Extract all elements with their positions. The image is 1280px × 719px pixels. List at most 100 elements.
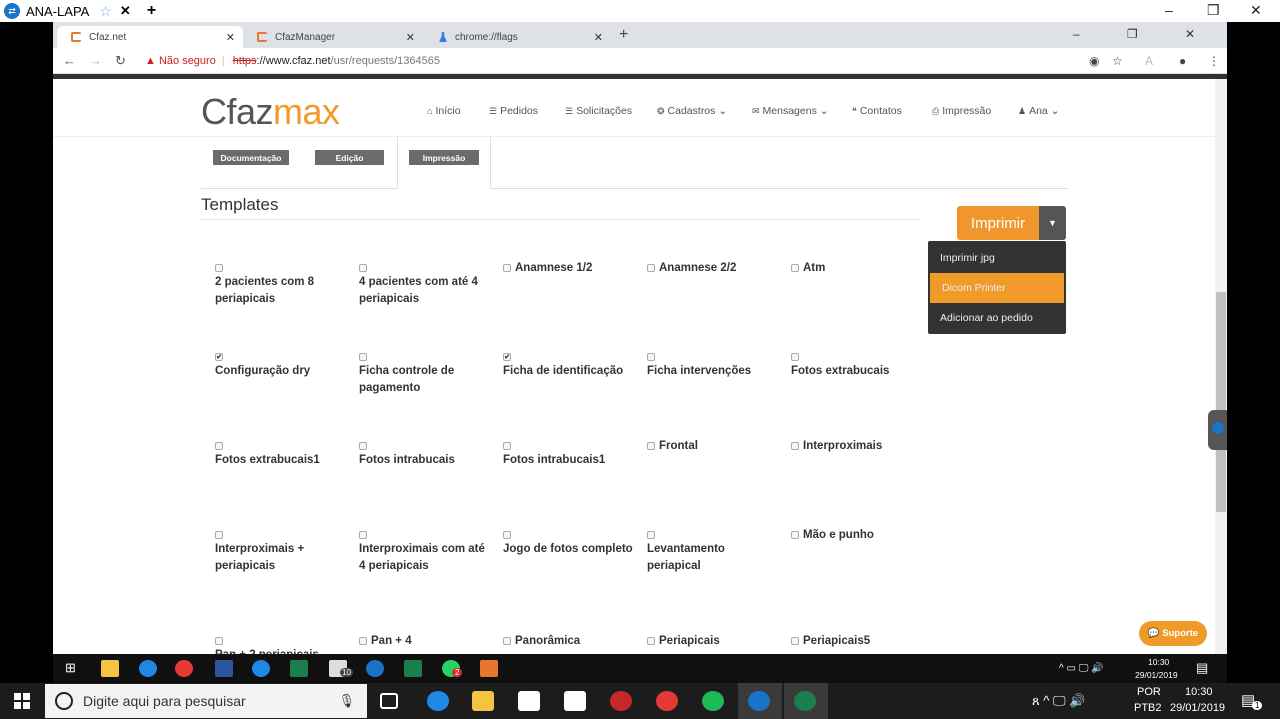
template-checkbox[interactable] [647,636,655,645]
chrome-icon[interactable] [656,691,678,711]
template-option[interactable]: 2 pacientes com 8 periapicais [215,260,345,308]
file-explorer-icon[interactable] [472,691,494,711]
template-checkbox[interactable]: ✔ [503,352,511,361]
remote-notification-icon[interactable]: ▤ [1196,660,1208,676]
template-option[interactable]: Fotos extrabucais [791,349,921,380]
teamviewer-logo-icon: ⇄ [4,3,20,19]
template-label: Panorâmica [515,635,581,647]
clock-date[interactable]: 29/01/2019 [1170,702,1225,714]
template-checkbox[interactable] [647,352,655,361]
remote-clock-time: 10:30 [1148,657,1170,667]
favorite-star-icon[interactable]: ☆ [99,3,112,20]
teamviewer-icon [1212,422,1224,434]
internet-explorer-icon[interactable] [252,660,270,677]
template-checkbox[interactable] [215,636,223,645]
template-checkbox[interactable] [791,263,799,272]
template-option[interactable]: ✔ Configuração dry [215,349,345,380]
template-checkbox[interactable] [359,636,367,645]
template-checkbox[interactable] [215,441,223,450]
template-option[interactable]: Ficha intervenções [647,349,777,380]
template-option[interactable]: Anamnese 1/2 [503,260,633,277]
microphone-icon[interactable]: 🎙 [338,693,355,709]
template-option[interactable]: Interproximais com até 4 periapicais [359,527,489,575]
local-taskbar: Digite aqui para pesquisar 🎙 ጸ ^ 🖵 🔊 POR… [0,683,1280,719]
template-checkbox[interactable] [215,530,223,539]
mail-icon[interactable] [564,691,586,711]
whatsapp-badge: 2 [452,668,463,677]
template-option[interactable]: Pan + 2 periapicais [215,633,345,654]
template-checkbox[interactable] [359,263,367,272]
template-option[interactable]: Fotos intrabucais [359,438,489,469]
template-checkbox[interactable] [647,263,655,272]
template-option[interactable]: Jogo de fotos completo [503,527,633,558]
template-option[interactable]: Fotos intrabucais1 [503,438,633,469]
template-option[interactable]: Anamnese 2/2 [647,260,777,277]
teamviewer-icon[interactable] [366,660,384,677]
template-checkbox[interactable] [791,441,799,450]
sheets-icon[interactable] [404,660,422,677]
template-checkbox[interactable] [359,352,367,361]
suporte-button[interactable]: 💬 Suporte [1139,621,1207,646]
template-option[interactable]: 4 pacientes com até 4 periapicais [359,260,489,308]
clock-time[interactable]: 10:30 [1185,686,1213,698]
tray-icons[interactable]: ጸ ^ 🖵 🔊 [1032,693,1085,709]
sheets-icon[interactable] [290,660,308,677]
template-option[interactable]: Pan + 4 [359,633,489,650]
word-icon[interactable] [215,660,233,677]
restore-icon[interactable]: ❐ [1207,2,1220,19]
template-checkbox[interactable]: ✔ [215,352,223,361]
template-option[interactable]: Interproximais + periapicais [215,527,345,575]
template-option[interactable]: Ficha controle de pagamento [359,349,489,397]
template-option[interactable]: Frontal [647,438,777,455]
template-checkbox[interactable] [647,530,655,539]
template-checkbox[interactable] [215,263,223,272]
windows-start-icon[interactable] [14,693,30,709]
template-option[interactable]: Levantamento periapical [647,527,777,575]
app-icon[interactable] [794,691,816,711]
taskbar-search[interactable]: Digite aqui para pesquisar 🎙 [45,684,367,718]
template-checkbox[interactable] [503,530,511,539]
teamviewer-panel-handle[interactable] [1208,410,1227,450]
search-placeholder: Digite aqui para pesquisar [83,693,246,709]
template-option[interactable]: Atm [791,260,921,277]
template-checkbox[interactable] [791,636,799,645]
template-option[interactable]: Periapicais5 [791,633,921,650]
template-label: Configuração dry [215,365,311,377]
template-checkbox[interactable] [791,352,799,361]
cfaz-app-icon[interactable] [480,660,498,677]
template-option[interactable]: Fotos extrabucais1 [215,438,345,469]
remote-screen: Cfaz.net ✕ CfazManager ✕ chrome://flags … [53,22,1227,654]
task-view-icon[interactable] [380,693,398,709]
template-label: Frontal [659,440,698,452]
edge-icon[interactable] [139,660,157,677]
template-option[interactable]: Mão e punho [791,527,921,544]
template-option[interactable]: Interproximais [791,438,921,455]
windows-start-icon[interactable]: ⊞ [65,660,83,677]
new-session-icon[interactable]: + [147,2,156,20]
edge-icon[interactable] [427,691,449,711]
template-checkbox[interactable] [359,530,367,539]
spotify-icon[interactable] [702,691,724,711]
template-checkbox[interactable] [791,530,799,539]
chrome-icon[interactable] [175,660,193,677]
input-language[interactable]: POR [1137,686,1161,698]
teamviewer-icon[interactable] [748,691,770,711]
store-icon[interactable] [518,691,540,711]
minimize-icon[interactable]: – [1165,2,1173,18]
close-session-icon[interactable]: ✕ [120,3,131,19]
scrollbar-thumb[interactable] [1216,292,1226,512]
template-option[interactable]: Periapicais [647,633,777,650]
template-option[interactable]: ✔ Ficha de identificação [503,349,633,380]
remote-tray-icons[interactable]: ^ ▭ 🖵 🔊 [1059,663,1104,674]
template-option[interactable]: Panorâmica [503,633,633,650]
template-checkbox[interactable] [503,263,511,272]
close-icon[interactable]: ✕ [1250,2,1262,19]
template-checkbox[interactable] [503,636,511,645]
template-label: Jogo de fotos completo [503,543,633,555]
template-checkbox[interactable] [503,441,511,450]
app-icon[interactable] [610,691,632,711]
template-checkbox[interactable] [359,441,367,450]
template-checkbox[interactable] [647,441,655,450]
keyboard-layout[interactable]: PTB2 [1134,702,1162,714]
file-explorer-icon[interactable] [101,660,119,677]
